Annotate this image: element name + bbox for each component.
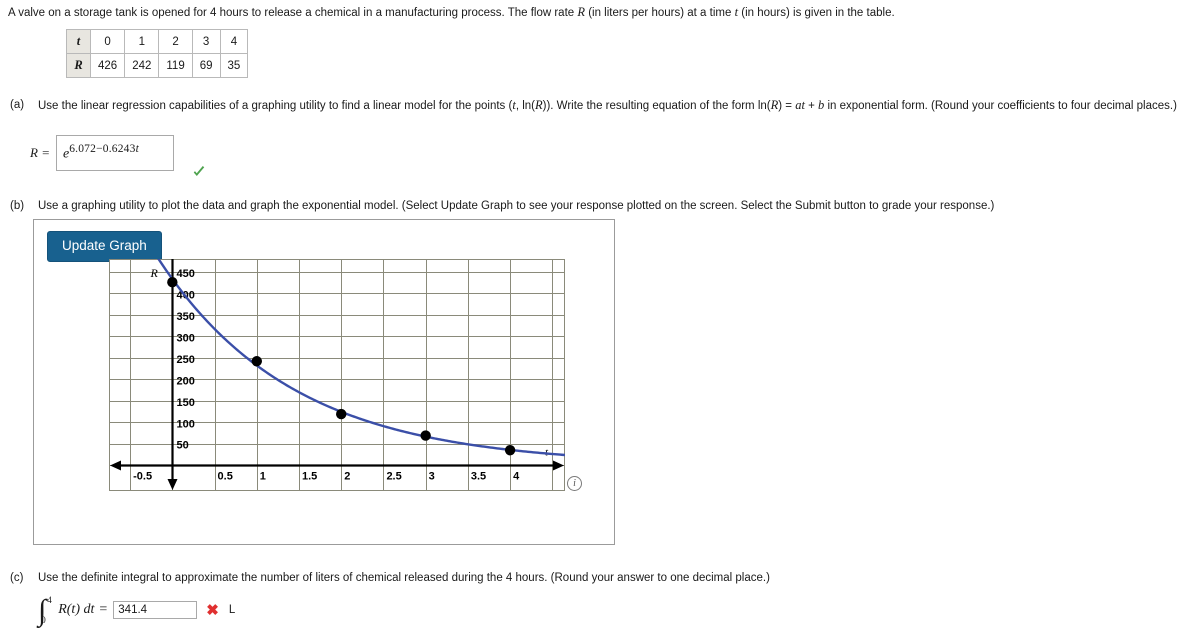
data-point	[504, 444, 516, 456]
table-cell-r-2: 119	[158, 53, 193, 78]
y-tick-label: 350	[177, 311, 195, 323]
y-tick-label: 450	[177, 268, 195, 280]
check-icon	[193, 166, 205, 176]
table-cell-r-1: 242	[124, 53, 160, 78]
x-tick-label: 1	[260, 471, 266, 483]
y-axis-label: R	[150, 266, 159, 280]
integral-answer-input[interactable]	[113, 601, 198, 619]
table-cell-t-3: 3	[191, 29, 221, 54]
table-row-r: R 426 242 119 69 35	[66, 53, 249, 78]
table-cell-t-1: 1	[124, 29, 160, 54]
x-tick-label: -0.5	[133, 471, 152, 483]
x-tick-label: 2.5	[386, 471, 401, 483]
exp-coefficient: 0.6243	[102, 143, 136, 156]
table-rowhead-r: R	[66, 53, 91, 78]
graph-panel: Update Graph 50 100 150 200 250 300 350 400 450-…	[33, 219, 615, 545]
y-tick-label: 100	[177, 418, 195, 430]
table-cell-t-0: 0	[89, 29, 126, 54]
part-c: (c) Use the definite integral to approxi…	[0, 571, 1000, 586]
x-tick-label: 2	[344, 471, 350, 483]
x-tick-label: 3	[429, 471, 435, 483]
y-tick-label: 200	[177, 375, 195, 387]
var-t: t	[734, 5, 739, 19]
integrand: R(t) dt	[58, 602, 95, 617]
equals-sign: =	[99, 602, 108, 617]
data-point	[167, 277, 178, 288]
table-cell-t-4: 4	[219, 29, 249, 54]
data-point	[420, 430, 431, 441]
part-c-text: Use the definite integral to approximate…	[38, 572, 770, 584]
part-a-answer-row: R = e6.072−0.6243t	[30, 135, 174, 171]
unit-label: L	[228, 604, 236, 616]
part-c-answer-row: ∫ 4 0 R(t) dt = ✖ L	[38, 595, 236, 626]
part-a-text-seg6: in exponential form. (Round your coeffic…	[824, 100, 1177, 112]
part-a-text-seg1: Use the linear regression capabilities o…	[38, 100, 513, 112]
table-row-t: t 0 1 2 3 4	[66, 29, 249, 54]
table-rowhead-t: t	[66, 29, 91, 54]
part-b: (b) Use a graphing utility to plot the d…	[0, 199, 1160, 214]
problem-statement: A valve on a storage tank is opened for …	[8, 5, 895, 19]
data-point	[251, 356, 262, 367]
part-a-text: Use the linear regression capabilities o…	[38, 98, 1190, 114]
x-tick-label: 4	[513, 471, 520, 483]
part-c-label: (c)	[10, 572, 24, 584]
integral-expression: ∫ 4 0 R(t) dt =	[38, 595, 108, 626]
part-a: (a) Use the linear regression capabiliti…	[0, 98, 1192, 114]
data-point	[336, 408, 347, 420]
graph-plot[interactable]: 50100150200250300350400450-0.5 0.5 1 1.5 2 2.…	[109, 259, 565, 491]
part-a-answer-label: R =	[30, 145, 50, 160]
table-cell-r-4: 35	[219, 53, 249, 78]
exponential-expression: e6.072−0.6243t	[63, 143, 139, 163]
part-a-text-seg2: , ln(	[515, 100, 535, 112]
part-a-label: (a)	[10, 99, 25, 111]
y-tick-label: 300	[177, 332, 195, 344]
exp-constant: 6.072	[69, 143, 97, 156]
var-R: R	[577, 5, 585, 19]
update-graph-button[interactable]: Update Graph	[47, 231, 162, 262]
part-a-text-seg5: +	[804, 100, 819, 112]
integral-upper-limit: 4	[47, 595, 52, 605]
exp-variable: t	[135, 143, 139, 156]
y-tick-label: 150	[177, 397, 195, 409]
x-tick-label: 0.5	[218, 471, 233, 483]
part-a-answer-box[interactable]: e6.072−0.6243t	[55, 135, 174, 171]
part-a-var-at: at	[795, 98, 805, 112]
part-a-text-seg3: )). Write the resulting equation of the …	[542, 100, 771, 112]
table-cell-r-0: 426	[89, 53, 126, 78]
part-a-var-R1: R	[534, 98, 543, 112]
exp-superscript: 6.072−0.6243t	[69, 143, 139, 155]
table-cell-t-2: 2	[158, 29, 193, 54]
exp-operator: −	[96, 143, 103, 156]
y-tick-label: 50	[177, 440, 189, 452]
integral-limits: 4 0	[41, 595, 57, 625]
x-tick-label: 1.5	[302, 471, 317, 483]
part-b-label: (b)	[10, 200, 25, 212]
part-a-text-seg4: ) =	[778, 100, 796, 112]
table-cell-r-3: 69	[191, 53, 221, 78]
y-tick-label: 250	[177, 354, 195, 366]
integral-lower-limit: 0	[41, 615, 46, 625]
info-icon[interactable]: i	[567, 476, 582, 491]
x-tick-label: 3.5	[471, 471, 486, 483]
data-table: t 0 1 2 3 4 R 426 242 119 69 35	[66, 29, 249, 78]
x-icon: ✖	[206, 601, 219, 619]
part-b-text: Use a graphing utility to plot the data …	[38, 200, 995, 212]
